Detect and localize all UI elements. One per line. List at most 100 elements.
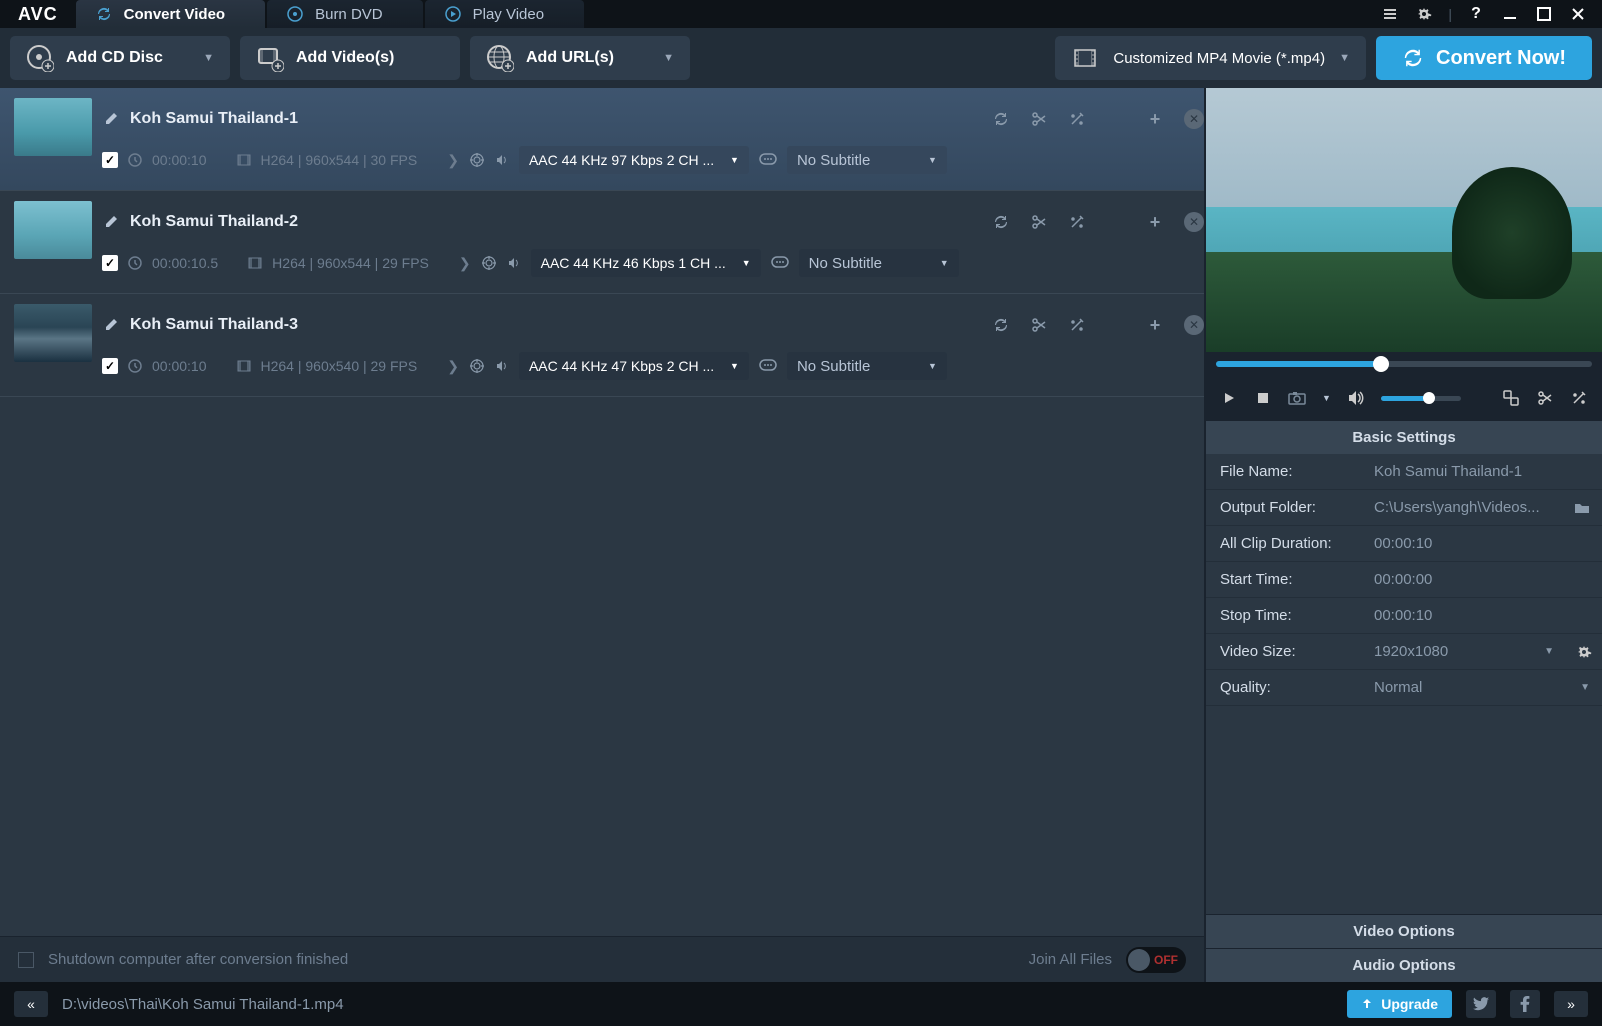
target-icon[interactable] <box>481 255 497 271</box>
audio-options-header[interactable]: Audio Options <box>1206 948 1602 982</box>
file-item[interactable]: Koh Samui Thailand-2 + ✕ ✓ 00:00:10.5 <box>0 191 1204 294</box>
audio-track-selector[interactable]: AAC 44 KHz 97 Kbps 2 CH ... ▼ <box>519 146 749 174</box>
checkbox[interactable]: ✓ <box>102 358 118 374</box>
target-icon[interactable] <box>469 358 485 374</box>
video-thumbnail[interactable] <box>14 304 92 362</box>
play-circle-icon <box>445 6 461 22</box>
audio-info: AAC 44 KHz 97 Kbps 2 CH ... <box>529 152 714 168</box>
film-icon <box>1071 44 1099 72</box>
remove-icon[interactable]: ✕ <box>1184 212 1204 232</box>
video-options-header[interactable]: Video Options <box>1206 914 1602 948</box>
video-size-value[interactable]: 1920x1080▼ <box>1366 643 1602 660</box>
refresh-icon[interactable] <box>992 110 1010 128</box>
snapshot-icon[interactable] <box>1288 389 1306 407</box>
output-format-selector[interactable]: Customized MP4 Movie (*.mp4) ▼ <box>1055 36 1366 80</box>
file-item[interactable]: Koh Samui Thailand-1 + ✕ ✓ 00:00:10 <box>0 88 1204 191</box>
duration: 00:00:10 <box>152 152 207 168</box>
output-folder-label: Output Folder: <box>1206 499 1366 516</box>
checkbox[interactable]: ✓ <box>102 255 118 271</box>
close-button[interactable] <box>1568 4 1588 24</box>
chevron-down-icon: ▼ <box>1339 52 1350 64</box>
scissors-icon[interactable] <box>1030 316 1048 334</box>
minimize-button[interactable] <box>1500 4 1520 24</box>
edit-icon[interactable] <box>102 316 120 334</box>
twitter-icon[interactable] <box>1466 990 1496 1018</box>
add-urls-button[interactable]: Add URL(s) ▼ <box>470 36 690 80</box>
scissors-icon[interactable] <box>1030 213 1048 231</box>
side-panel: ▼ Basic Settings File Name:Koh Samui Tha… <box>1204 88 1602 982</box>
collapse-button[interactable]: « <box>14 991 48 1017</box>
play-icon[interactable] <box>1220 389 1238 407</box>
quality-label: Quality: <box>1206 679 1366 696</box>
add-icon[interactable]: + <box>1146 110 1164 128</box>
volume-slider[interactable] <box>1381 396 1461 401</box>
effects-icon[interactable] <box>1068 110 1086 128</box>
subtitle-selector[interactable]: No Subtitle ▼ <box>787 352 947 380</box>
chevron-down-icon: ▼ <box>663 52 674 64</box>
clip-duration-value: 00:00:10 <box>1366 535 1602 552</box>
chevron-down-icon[interactable]: ▼ <box>1322 393 1331 403</box>
add-videos-button[interactable]: Add Video(s) <box>240 36 460 80</box>
start-time-value[interactable]: 00:00:00 <box>1366 571 1602 588</box>
audio-track-selector[interactable]: AAC 44 KHz 47 Kbps 2 CH ... ▼ <box>519 352 749 380</box>
audio-track-selector[interactable]: AAC 44 KHz 46 Kbps 1 CH ... ▼ <box>531 249 761 277</box>
expand-button[interactable]: » <box>1554 991 1588 1017</box>
edit-icon[interactable] <box>102 110 120 128</box>
tab-burn-dvd[interactable]: Burn DVD <box>267 0 423 28</box>
join-files-toggle[interactable]: OFF <box>1126 947 1186 973</box>
stop-icon[interactable] <box>1254 389 1272 407</box>
effects-icon[interactable] <box>1068 213 1086 231</box>
quality-value[interactable]: Normal▼ <box>1366 679 1602 696</box>
effects-icon[interactable] <box>1068 316 1086 334</box>
add-cd-disc-button[interactable]: Add CD Disc ▼ <box>10 36 230 80</box>
join-files-label: Join All Files <box>1029 951 1112 968</box>
edit-icon[interactable] <box>102 213 120 231</box>
scissors-icon[interactable] <box>1536 389 1554 407</box>
output-folder-value[interactable]: C:\Users\yangh\Videos... <box>1366 499 1602 516</box>
main-tabs: Convert Video Burn DVD Play Video <box>76 0 1381 28</box>
volume-icon[interactable] <box>1347 389 1365 407</box>
gear-icon[interactable] <box>1576 644 1592 660</box>
tab-convert-video[interactable]: Convert Video <box>76 0 265 28</box>
file-title: Koh Samui Thailand-3 <box>130 316 298 334</box>
stop-time-value[interactable]: 00:00:10 <box>1366 607 1602 624</box>
remove-icon[interactable]: ✕ <box>1184 109 1204 129</box>
subtitle-selector[interactable]: No Subtitle ▼ <box>799 249 959 277</box>
scissors-icon[interactable] <box>1030 110 1048 128</box>
video-thumbnail[interactable] <box>14 98 92 156</box>
checkbox-shutdown[interactable] <box>18 952 34 968</box>
upgrade-button[interactable]: Upgrade <box>1347 990 1452 1018</box>
subtitle-selector[interactable]: No Subtitle ▼ <box>787 146 947 174</box>
options-icon[interactable] <box>1380 4 1400 24</box>
video-thumbnail[interactable] <box>14 201 92 259</box>
speaker-icon <box>495 153 509 167</box>
basic-settings-header[interactable]: Basic Settings <box>1206 420 1602 454</box>
maximize-button[interactable] <box>1534 4 1554 24</box>
help-icon[interactable]: ? <box>1466 4 1486 24</box>
clock-icon <box>128 256 142 270</box>
subtitle-icon <box>759 359 777 373</box>
facebook-icon[interactable] <box>1510 990 1540 1018</box>
convert-now-button[interactable]: Convert Now! <box>1376 36 1592 80</box>
checkbox[interactable]: ✓ <box>102 152 118 168</box>
seek-bar[interactable] <box>1206 352 1602 376</box>
add-icon[interactable]: + <box>1146 316 1164 334</box>
file-name-value[interactable]: Koh Samui Thailand-1 <box>1366 463 1602 480</box>
basic-settings-body: File Name:Koh Samui Thailand-1 Output Fo… <box>1206 454 1602 914</box>
refresh-icon[interactable] <box>992 316 1010 334</box>
effects-icon[interactable] <box>1570 389 1588 407</box>
folder-icon[interactable] <box>1574 502 1590 514</box>
remove-icon[interactable]: ✕ <box>1184 315 1204 335</box>
main-toolbar: Add CD Disc ▼ Add Video(s) Add URL(s) ▼ … <box>0 28 1602 88</box>
file-title: Koh Samui Thailand-1 <box>130 110 298 128</box>
settings-icon[interactable] <box>1414 4 1434 24</box>
add-icon[interactable]: + <box>1146 213 1164 231</box>
tab-play-video[interactable]: Play Video <box>425 0 584 28</box>
video-preview[interactable] <box>1206 88 1602 352</box>
arrow-icon: ❯ <box>447 152 459 169</box>
target-icon[interactable] <box>469 152 485 168</box>
file-list: Koh Samui Thailand-1 + ✕ ✓ 00:00:10 <box>0 88 1204 982</box>
refresh-icon[interactable] <box>992 213 1010 231</box>
file-item[interactable]: Koh Samui Thailand-3 + ✕ ✓ 00:00:10 <box>0 294 1204 397</box>
link-icon[interactable] <box>1502 389 1520 407</box>
